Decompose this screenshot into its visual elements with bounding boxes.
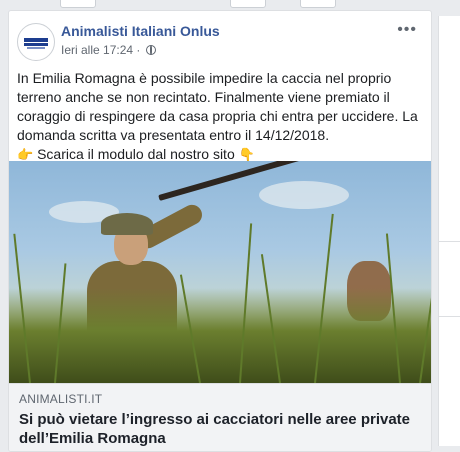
photo-hunter-hat (101, 213, 153, 235)
divider (439, 241, 460, 242)
toolbar-button[interactable] (300, 0, 336, 8)
link-domain: ANIMALISTI.IT (19, 392, 103, 406)
link-preview[interactable]: ANIMALISTI.IT Si può vietare l’ingresso … (9, 383, 431, 451)
logo-bar (27, 47, 45, 49)
point-right-icon: 👉 (17, 147, 34, 162)
more-options-button[interactable]: ••• (397, 21, 417, 39)
photo-cloud (259, 181, 349, 209)
photo-grass (9, 288, 431, 383)
right-column (438, 16, 460, 446)
link-preview-image[interactable] (9, 161, 431, 383)
globe-icon[interactable] (145, 45, 156, 55)
divider (439, 316, 460, 317)
logo-bar (24, 38, 48, 42)
post-header: Animalisti Italiani Onlus Ieri alle 17:2… (17, 21, 423, 61)
logo-bar (24, 43, 48, 46)
link-title[interactable]: Si può vietare l’ingresso ai cacciatori … (19, 410, 423, 448)
top-toolbar-strip (0, 0, 460, 8)
post-card: Animalisti Italiani Onlus Ieri alle 17:2… (8, 10, 432, 452)
timestamp-link[interactable]: Ieri alle 17:24 · (61, 43, 140, 57)
cta-text: Scarica il modulo dal nostro sito (37, 146, 235, 162)
post-meta: Ieri alle 17:24 · (61, 43, 156, 57)
post-body: In Emilia Romagna è possibile impedire l… (17, 70, 418, 143)
page-name-link[interactable]: Animalisti Italiani Onlus (61, 23, 220, 39)
post-text: In Emilia Romagna è possibile impedire l… (17, 69, 427, 164)
avatar[interactable] (17, 23, 55, 61)
toolbar-button[interactable] (230, 0, 266, 8)
point-down-icon: 👇 (238, 147, 255, 162)
toolbar-button[interactable] (60, 0, 96, 8)
